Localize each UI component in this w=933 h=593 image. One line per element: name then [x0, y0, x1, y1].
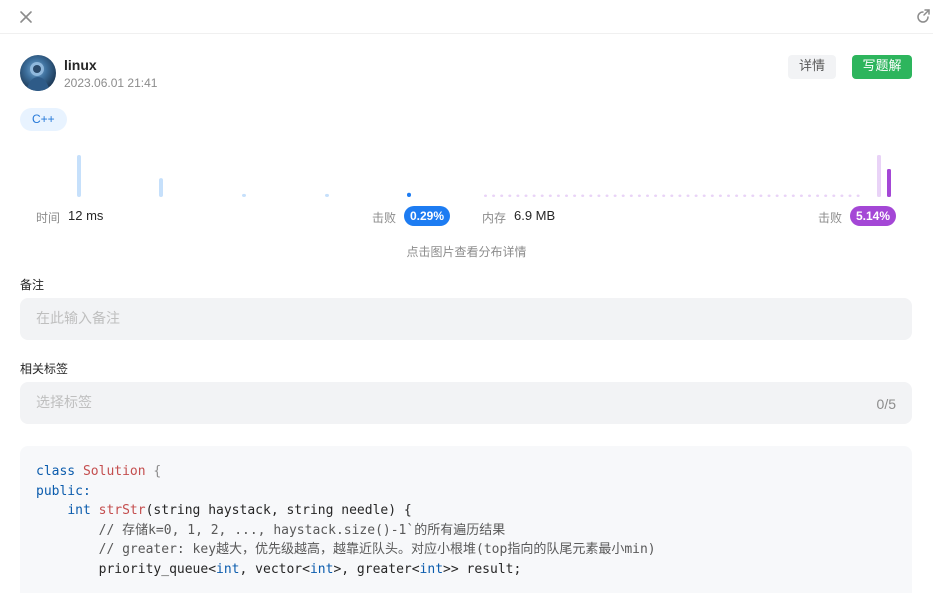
memory-bar [735, 194, 739, 197]
tags-label: 相关标签 [20, 362, 69, 376]
memory-bar [718, 194, 722, 197]
distribution-charts[interactable] [20, 140, 912, 260]
runtime-beat-label: 击败 [372, 211, 397, 225]
memory-bar [508, 194, 512, 197]
code-token: Solution [82, 464, 146, 479]
runtime-value: 12 ms [68, 208, 104, 223]
memory-bar [751, 194, 755, 197]
memory-bar [767, 194, 771, 197]
tag-count: 0/5 [876, 396, 896, 412]
code-comment: // 存储k=0, 1, 2, ..., haystack.size()-1`的… [98, 522, 506, 538]
memory-bar [621, 194, 625, 197]
memory-bar [887, 169, 891, 197]
close-icon[interactable] [14, 5, 38, 29]
memory-beat-label: 击败 [818, 211, 843, 225]
memory-bar [775, 194, 779, 197]
memory-bar [743, 194, 747, 197]
memory-bar [816, 194, 820, 197]
code-token: class [36, 464, 76, 479]
chart-hint: 点击图片查看分布详情 [406, 245, 527, 259]
runtime-chart [77, 155, 411, 197]
notes-input[interactable] [20, 298, 912, 340]
memory-bar [573, 194, 577, 197]
memory-bar [686, 194, 690, 197]
memory-bar [492, 194, 496, 197]
code-token: int [216, 561, 240, 577]
detail-button[interactable]: 详情 [788, 55, 836, 79]
memory-bar [540, 194, 544, 197]
submission-header: linux 2023.06.01 21:41 详情 写题解 [20, 55, 912, 95]
memory-bar [605, 194, 609, 197]
memory-bar [532, 194, 536, 197]
memory-bar [613, 194, 617, 197]
write-solution-button[interactable]: 写题解 [852, 55, 912, 79]
code-token: int [67, 503, 91, 519]
memory-bar [702, 194, 706, 197]
memory-bar [791, 194, 795, 197]
memory-bar [662, 194, 666, 197]
memory-bar [759, 194, 763, 197]
memory-bar [565, 194, 568, 197]
memory-label: 内存 [482, 211, 507, 225]
runtime-beat-badge: 0.29% [404, 206, 451, 226]
code-token: , vector< [239, 561, 310, 577]
memory-bar [808, 194, 811, 197]
memory-bar [637, 194, 641, 197]
memory-bar [597, 194, 601, 197]
memory-bar [824, 194, 828, 197]
code-token: { [153, 464, 162, 479]
memory-bar [670, 194, 674, 197]
memory-beat-badge: 5.14% [850, 206, 897, 226]
memory-bar [783, 194, 787, 197]
code-token: >> result; [443, 561, 522, 577]
memory-bar [646, 194, 649, 197]
runtime-label: 时间 [36, 211, 61, 225]
memory-bar [877, 155, 881, 197]
runtime-bar [325, 193, 329, 197]
memory-bar [710, 194, 714, 197]
memory-bar [694, 194, 698, 197]
memory-bar [516, 194, 520, 197]
code-token: int [309, 561, 334, 577]
username[interactable]: linux [64, 57, 97, 73]
code-token: priority_queue< [98, 561, 217, 577]
memory-bar [727, 194, 730, 197]
share-icon[interactable] [913, 7, 933, 27]
runtime-bar [407, 192, 411, 197]
code-token: (string haystack, string needle) { [145, 503, 412, 519]
code-comment: // greater: key越大，优先级越高，越靠近队头。对应小根堆(top指… [98, 542, 656, 558]
memory-bar [548, 194, 552, 197]
memory-bar [484, 194, 487, 197]
memory-bar [524, 194, 528, 197]
memory-bar [678, 194, 682, 197]
code-block[interactable]: class Solution { public: int strStr(stri… [20, 446, 912, 593]
code-token: public: [36, 483, 91, 499]
memory-bar [832, 194, 836, 197]
runtime-bar [159, 178, 163, 197]
memory-bar [856, 194, 860, 197]
runtime-bar [77, 155, 81, 197]
code-token: >, greater< [333, 561, 420, 577]
memory-value: 6.9 MB [514, 208, 556, 223]
memory-bar [556, 194, 560, 197]
memory-bar [500, 194, 504, 197]
code-token: strStr [98, 503, 146, 519]
memory-chart [484, 155, 891, 197]
distribution-svg [77, 155, 891, 197]
code-token: int [419, 561, 444, 577]
avatar[interactable] [20, 55, 56, 91]
submission-time: 2023.06.01 21:41 [64, 76, 158, 90]
tags-select[interactable] [20, 382, 912, 424]
memory-bar [840, 194, 844, 197]
runtime-bar [242, 193, 246, 197]
memory-bar [799, 194, 803, 197]
notes-label: 备注 [20, 278, 45, 292]
memory-bar [848, 194, 852, 197]
language-tag: C++ [20, 108, 67, 131]
top-bar [0, 0, 933, 34]
memory-bar [654, 194, 658, 197]
memory-bar [581, 194, 585, 197]
memory-bar [629, 194, 633, 197]
memory-bar [589, 194, 593, 197]
